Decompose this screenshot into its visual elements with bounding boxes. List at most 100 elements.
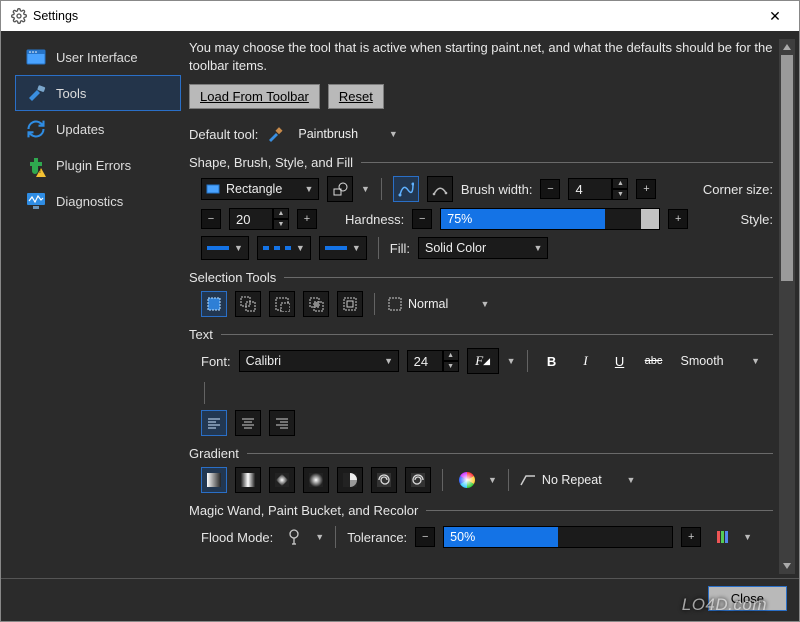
- italic-button[interactable]: I: [573, 348, 599, 374]
- sampling-button[interactable]: [709, 524, 735, 550]
- selection-invert-button[interactable]: [337, 291, 363, 317]
- gradient-spiral-cw-button[interactable]: [371, 467, 397, 493]
- shape-dropdown[interactable]: Rectangle ▼: [201, 178, 319, 200]
- rectangle-icon: [202, 182, 220, 196]
- flood-mode-button[interactable]: [281, 524, 307, 550]
- window-close-button[interactable]: ✕: [755, 8, 795, 25]
- default-tool-value: Paintbrush: [292, 127, 384, 141]
- spin-up[interactable]: ▲: [273, 208, 289, 219]
- repeat-icon: [520, 473, 536, 487]
- scroll-up-button[interactable]: [779, 39, 795, 55]
- brush-width-increment[interactable]: +: [636, 179, 656, 199]
- chevron-down-icon[interactable]: ▼: [488, 475, 497, 485]
- font-size-input[interactable]: 24 ▲▼: [407, 350, 459, 372]
- scroll-down-button[interactable]: [779, 558, 795, 574]
- shape-value: Rectangle: [220, 182, 300, 196]
- corner-size-decrement[interactable]: −: [201, 209, 221, 229]
- gear-icon: [11, 8, 27, 24]
- hardness-decrement[interactable]: −: [412, 209, 432, 229]
- fill-dropdown[interactable]: Solid Color ▼: [418, 237, 548, 259]
- tolerance-increment[interactable]: +: [681, 527, 701, 547]
- sidebar: User Interface Tools Updates Plugin Er: [15, 39, 181, 574]
- selection-icon: [386, 297, 402, 311]
- load-from-toolbar-button[interactable]: Load From Toolbar: [189, 84, 320, 109]
- brush-width-label: Brush width:: [461, 182, 533, 197]
- fill-label: Fill:: [390, 241, 410, 256]
- align-left-button[interactable]: [201, 410, 227, 436]
- sidebar-item-tools[interactable]: Tools: [15, 75, 181, 111]
- font-dropdown[interactable]: Calibri ▼: [239, 350, 399, 372]
- scroll-area: You may choose the tool that is active w…: [189, 39, 779, 574]
- sidebar-item-updates[interactable]: Updates: [15, 111, 181, 147]
- footer: Close LO4D.com: [1, 578, 799, 621]
- section-wand-title: Magic Wand, Paint Bucket, and Recolor: [189, 503, 418, 518]
- chevron-down-icon: ▼: [622, 475, 640, 485]
- scroll-thumb[interactable]: [781, 55, 793, 281]
- tolerance-decrement[interactable]: −: [415, 527, 435, 547]
- default-tool-dropdown[interactable]: Paintbrush ▼: [292, 123, 402, 145]
- line-style-start-dropdown[interactable]: ▼: [201, 236, 249, 260]
- gradient-diamond-button[interactable]: [269, 467, 295, 493]
- fill-value: Solid Color: [419, 241, 529, 255]
- section-gradient-title: Gradient: [189, 446, 239, 461]
- color-wheel-icon[interactable]: [454, 467, 480, 493]
- selection-replace-button[interactable]: [201, 291, 227, 317]
- reset-button[interactable]: Reset: [328, 84, 384, 109]
- shape-outline-button[interactable]: [327, 176, 353, 202]
- brush-width-decrement[interactable]: −: [540, 179, 560, 199]
- selection-add-button[interactable]: [235, 291, 261, 317]
- sidebar-item-diagnostics[interactable]: Diagnostics: [15, 183, 181, 219]
- vertical-scrollbar[interactable]: [779, 39, 795, 574]
- body: User Interface Tools Updates Plugin Er: [1, 31, 799, 578]
- selection-intersect-button[interactable]: [303, 291, 329, 317]
- sidebar-item-plugin-errors[interactable]: Plugin Errors: [15, 147, 181, 183]
- tolerance-slider[interactable]: 50%: [443, 526, 673, 548]
- font-metrics-button[interactable]: F◢: [467, 348, 499, 374]
- hardness-label: Hardness:: [345, 212, 404, 227]
- scroll-track[interactable]: [779, 55, 795, 558]
- hardness-slider[interactable]: 75%: [440, 208, 660, 230]
- close-button[interactable]: Close: [708, 586, 787, 611]
- gradient-reflected-button[interactable]: [235, 467, 261, 493]
- spin-up[interactable]: ▲: [443, 350, 459, 361]
- spin-down[interactable]: ▼: [273, 219, 289, 230]
- gradient-radial-button[interactable]: [303, 467, 329, 493]
- spin-up[interactable]: ▲: [612, 178, 628, 189]
- selection-mode-dropdown[interactable]: Normal ▼: [386, 293, 494, 315]
- brush-width-input[interactable]: 4 ▲▼: [568, 178, 628, 200]
- brush-width-value: 4: [568, 178, 612, 200]
- sidebar-item-label: Tools: [56, 86, 86, 101]
- antialias-dropdown[interactable]: Smooth ▼: [675, 350, 765, 372]
- bold-button[interactable]: B: [539, 348, 565, 374]
- sidebar-item-user-interface[interactable]: User Interface: [15, 39, 181, 75]
- tolerance-value: 50%: [444, 530, 475, 544]
- spline-button[interactable]: [427, 176, 453, 202]
- corner-size-increment[interactable]: +: [297, 209, 317, 229]
- line-style-end-dropdown[interactable]: ▼: [319, 236, 367, 260]
- selection-subtract-button[interactable]: [269, 291, 295, 317]
- spin-down[interactable]: ▼: [612, 189, 628, 200]
- chevron-down-icon: ▼: [300, 184, 318, 194]
- chevron-down-icon: ▼: [384, 129, 402, 139]
- chevron-down-icon[interactable]: ▼: [743, 532, 752, 542]
- gradient-repeat-value: No Repeat: [536, 473, 622, 487]
- chevron-down-icon[interactable]: ▼: [315, 532, 324, 542]
- line-style-dash-dropdown[interactable]: ▼: [257, 236, 311, 260]
- flood-mode-label: Flood Mode:: [201, 530, 273, 545]
- chevron-down-icon[interactable]: ▼: [507, 356, 516, 366]
- gradient-repeat-dropdown[interactable]: No Repeat ▼: [520, 469, 640, 491]
- chevron-down-icon[interactable]: ▼: [361, 184, 370, 194]
- gradient-conical-button[interactable]: [337, 467, 363, 493]
- hardness-increment[interactable]: +: [668, 209, 688, 229]
- corner-size-input[interactable]: 20 ▲▼: [229, 208, 289, 230]
- spin-down[interactable]: ▼: [443, 361, 459, 372]
- align-right-button[interactable]: [269, 410, 295, 436]
- underline-button[interactable]: U: [607, 348, 633, 374]
- paintbrush-icon: [266, 125, 284, 143]
- hardness-value: 75%: [441, 212, 472, 226]
- align-center-button[interactable]: [235, 410, 261, 436]
- gradient-linear-button[interactable]: [201, 467, 227, 493]
- gradient-spiral-ccw-button[interactable]: [405, 467, 431, 493]
- strikethrough-button[interactable]: abc: [641, 348, 667, 374]
- line-curve-button[interactable]: [393, 176, 419, 202]
